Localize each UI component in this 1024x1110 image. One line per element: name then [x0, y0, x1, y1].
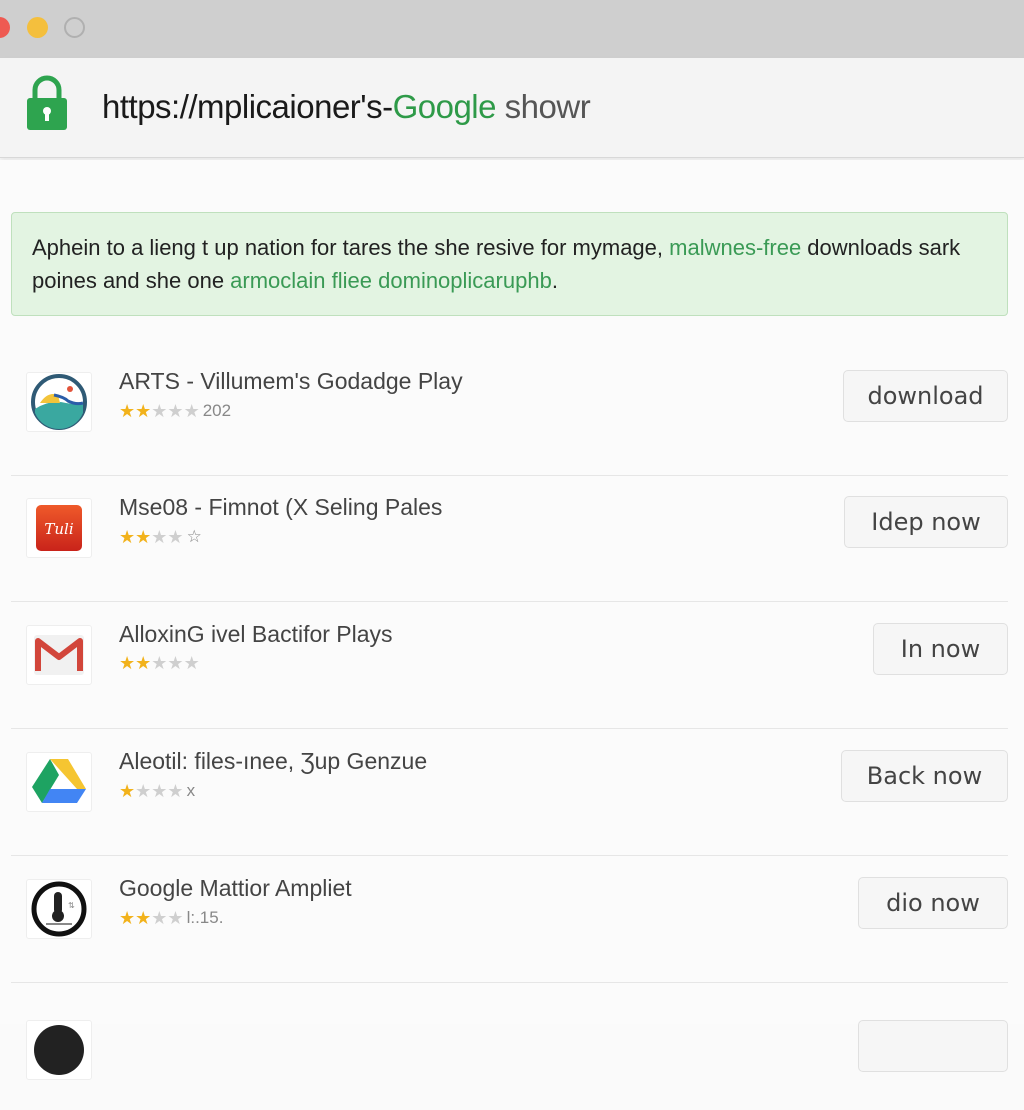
star-empty-icon: ★: [151, 653, 168, 673]
minimize-window-button[interactable]: [27, 17, 48, 38]
red-script-app-icon: Tuli: [36, 505, 82, 551]
divider: [11, 855, 1008, 856]
star-empty-icon: ★: [167, 401, 184, 421]
rating-count: l:.15.: [186, 908, 224, 927]
app-title[interactable]: Google Mattior Ampliet: [119, 875, 352, 902]
star-empty-icon: ★: [167, 527, 184, 547]
landscape-app-icon: [31, 374, 87, 430]
app-rating: ★ ★ ★ ★ ★ 202: [119, 401, 231, 421]
star-filled-icon: ★: [119, 908, 136, 928]
star-filled-icon: ★: [119, 781, 136, 801]
star-empty-icon: ★: [135, 781, 152, 801]
app-rating: ★ ★ ★ ★ ★: [119, 654, 200, 672]
app-rating: ★ ★ ★ ★ x: [119, 781, 195, 801]
app-list-item: ARTS - Villumem's Godadge Play ★ ★ ★ ★ ★ 202 …: [0, 350, 1024, 476]
app-action-button[interactable]: [858, 1020, 1008, 1072]
window-titlebar: [0, 0, 1024, 58]
dio-now-button[interactable]: dio now: [858, 877, 1008, 929]
star-filled-icon: ★: [119, 401, 136, 421]
app-icon-box: [26, 752, 92, 812]
star-empty-icon: ★: [167, 653, 184, 673]
divider: [11, 728, 1008, 729]
app-list-item: ⇅ Google Mattior Ampliet ★ ★ ★ ★ l:.15. dio …: [0, 857, 1024, 983]
in-now-button[interactable]: In now: [873, 623, 1008, 675]
url-brand: Google: [392, 88, 497, 125]
app-icon: [34, 1025, 84, 1075]
star-filled-icon: ★: [135, 401, 152, 421]
star-filled-icon: ★: [135, 527, 152, 547]
star-filled-icon: ★: [119, 653, 136, 673]
star-empty-icon: ★: [167, 908, 184, 928]
app-rating: ★ ★ ★ ★ l:.15.: [119, 908, 223, 928]
app-list-item: Tuli Mse08 - Fimnot (X Seling Pales ★ ★ ★ ★…: [0, 476, 1024, 602]
page-content: Aphein to a lieng t up nation for tares …: [0, 160, 1024, 1080]
zoom-window-button[interactable]: [64, 17, 85, 38]
star-empty-icon: ★: [151, 401, 168, 421]
svg-text:⇅: ⇅: [68, 901, 75, 910]
url-prefix: https://mplicaioner's-: [102, 88, 393, 125]
app-icon-box: [26, 1020, 92, 1080]
app-list-item-partial: [0, 984, 1024, 1110]
star-filled-icon: ★: [119, 527, 136, 547]
download-button[interactable]: download: [843, 370, 1008, 422]
star-empty-icon: ★: [183, 401, 200, 421]
banner-text: Aphein to a lieng t up nation for tares …: [32, 235, 670, 260]
app-title[interactable]: ARTS - Villumem's Godadge Play: [119, 368, 463, 395]
divider: [11, 601, 1008, 602]
rating-count: x: [186, 781, 196, 800]
banner-link-malware-free[interactable]: malwnes-free: [669, 235, 801, 260]
app-title[interactable]: AlloxinG ivel Bactifor Plays: [119, 621, 393, 648]
star-filled-icon: ★: [135, 908, 152, 928]
gmail-icon: [34, 635, 84, 675]
thermometer-icon: ⇅: [31, 881, 87, 937]
banner-link-armoclain[interactable]: armoclain fliee: [230, 268, 372, 293]
app-icon-box: Tuli: [26, 498, 92, 558]
rating-count: 202: [202, 401, 232, 420]
lock-icon: [27, 75, 67, 130]
star-empty-icon: ★: [151, 527, 168, 547]
app-list-item: Aleotil: files-ınee, Ʒup Genzue ★ ★ ★ ★ x Ba…: [0, 730, 1024, 856]
app-icon-box: ⇅: [26, 879, 92, 939]
star-empty-icon: ★: [151, 908, 168, 928]
star-empty-icon: ★: [183, 653, 200, 673]
app-rating: ★ ★ ★ ★ ☆: [119, 527, 202, 547]
svg-text:Tuli: Tuli: [44, 520, 73, 538]
banner-link-domain[interactable]: dominoplicaruphb: [378, 268, 552, 293]
rating-count: ☆: [186, 527, 202, 546]
info-banner: Aphein to a lieng t up nation for tares …: [11, 212, 1008, 316]
back-now-button[interactable]: Back now: [841, 750, 1008, 802]
address-bar[interactable]: https://mplicaioner's-Google showr: [0, 58, 1024, 158]
divider: [11, 982, 1008, 983]
url-text[interactable]: https://mplicaioner's-Google showr: [102, 88, 591, 126]
star-empty-icon: ★: [151, 781, 168, 801]
install-now-button[interactable]: Idep now: [844, 496, 1008, 548]
app-icon-box: [26, 625, 92, 685]
banner-text: .: [551, 268, 558, 293]
star-empty-icon: ★: [167, 781, 184, 801]
app-list-item: AlloxinG ivel Bactifor Plays ★ ★ ★ ★ ★ In no…: [0, 603, 1024, 729]
star-filled-icon: ★: [135, 653, 152, 673]
app-title[interactable]: Aleotil: files-ınee, Ʒup Genzue: [119, 748, 427, 775]
app-icon-box: [26, 372, 92, 432]
app-title[interactable]: Mse08 - Fimnot (X Seling Pales: [119, 494, 442, 521]
google-drive-icon: [32, 759, 86, 803]
close-window-button[interactable]: [0, 17, 10, 38]
url-suffix: showr: [496, 88, 591, 125]
